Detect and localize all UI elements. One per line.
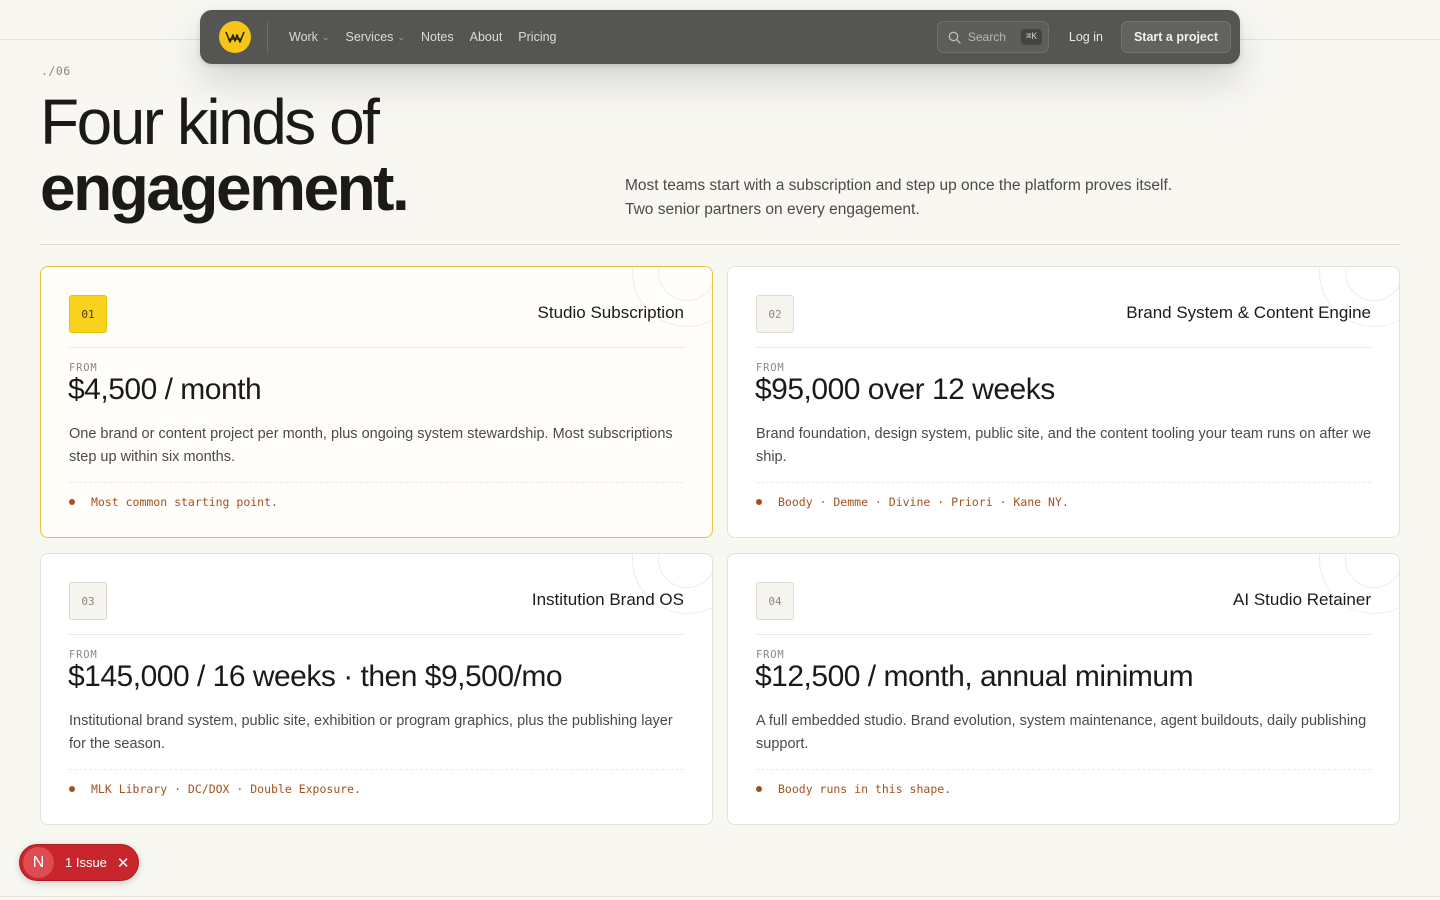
card-note: Boody runs in this shape. [756, 782, 951, 796]
issues-count-label[interactable]: 1 Issue [65, 855, 107, 870]
page-title: Four kinds of engagement. [40, 86, 410, 224]
footer-rule [0, 896, 1440, 897]
card-description: Institutional brand system, public site,… [69, 713, 673, 752]
nav-links: Work ⌄ Services ⌄ Notes About Pricing [281, 22, 565, 52]
card-title: AI Studio Retainer [1233, 590, 1371, 609]
nav-item-label: Pricing [518, 30, 557, 44]
card-note-text: Most common starting point. [91, 495, 278, 509]
card-number-badge: 02 [756, 295, 794, 333]
card-dotted-divider [69, 482, 684, 483]
logo-icon[interactable] [219, 21, 251, 53]
close-icon[interactable]: ✕ [117, 854, 130, 872]
section-index: ./06 [41, 64, 71, 78]
card-divider [756, 347, 1371, 348]
card-dotted-divider [756, 769, 1371, 770]
nav-divider [267, 22, 268, 52]
card-divider [69, 347, 684, 348]
card-note-text: MLK Library · DC/DOX · Double Exposure. [91, 782, 362, 796]
card-description: Brand foundation, design system, public … [756, 426, 1372, 465]
engagement-card-brand-system[interactable]: 02 Brand System & Content Engine FROM $9… [727, 266, 1400, 538]
card-number-badge: 03 [69, 582, 107, 620]
search-box[interactable]: ⌘K [936, 21, 1049, 53]
card-dotted-divider [69, 769, 684, 770]
nav-item-label: About [469, 30, 503, 44]
section-divider [40, 244, 1400, 245]
card-divider [756, 634, 1371, 635]
card-note: MLK Library · DC/DOX · Double Exposure. [69, 782, 361, 796]
nav-item-pricing[interactable]: Pricing [510, 22, 564, 52]
bullet-icon [69, 499, 75, 505]
start-project-button[interactable]: Start a project [1120, 21, 1231, 53]
nav-item-work[interactable]: Work ⌄ [281, 22, 337, 52]
card-number-badge: 01 [69, 295, 107, 333]
card-dotted-divider [756, 482, 1371, 483]
chevron-down-icon: ⌄ [321, 31, 330, 42]
card-note-text: Boody runs in this shape. [778, 782, 952, 796]
card-title: Studio Subscription [537, 303, 684, 322]
bullet-icon [756, 786, 762, 792]
engagement-card-ai-studio-retainer[interactable]: 04 AI Studio Retainer FROM $12,500 / mon… [727, 553, 1400, 825]
bullet-icon [69, 786, 75, 792]
bullet-icon [756, 499, 762, 505]
chevron-down-icon: ⌄ [397, 31, 405, 42]
nav-item-notes[interactable]: Notes [413, 22, 462, 52]
card-price: $4,500 / month [68, 373, 262, 406]
nav-item-about[interactable]: About [462, 22, 511, 52]
framework-logo-icon: N [23, 847, 54, 878]
card-description: One brand or content project per month, … [69, 426, 673, 465]
search-icon [948, 31, 961, 44]
card-price: $145,000 / 16 weeks · then $9,500/mo [68, 660, 563, 693]
card-title: Institution Brand OS [531, 590, 684, 609]
card-price: $95,000 over 12 weeks [755, 373, 1055, 406]
nav-actions: ⌘K Log in Start a project [936, 21, 1231, 53]
headline-light: Four kinds of [40, 86, 380, 158]
nav-item-label: Services [345, 30, 394, 44]
card-note: Boody · Demme · Divine · Priori · Kane N… [756, 495, 1069, 509]
card-description: A full embedded studio. Brand evolution,… [756, 713, 1367, 752]
card-title: Brand System & Content Engine [1126, 303, 1371, 322]
search-input[interactable] [967, 30, 1012, 44]
card-note-text: Boody · Demme · Divine · Priori · Kane N… [778, 495, 1069, 509]
card-divider [69, 634, 684, 635]
card-note: Most common starting point. [69, 495, 278, 509]
nav-item-services[interactable]: Services ⌄ [337, 22, 412, 52]
engagement-card-studio-subscription[interactable]: 01 Studio Subscription FROM $4,500 / mon… [40, 266, 713, 538]
card-number-badge: 04 [756, 582, 794, 620]
intro-text: Most teams start with a subscription and… [625, 177, 1173, 218]
top-nav: Work ⌄ Services ⌄ Notes About Pricing ⌘K… [200, 10, 1240, 64]
nav-item-label: Notes [420, 30, 454, 44]
engagement-card-institution-brand-os[interactable]: 03 Institution Brand OS FROM $145,000 / … [40, 553, 713, 825]
login-link[interactable]: Log in [1069, 30, 1103, 44]
nav-item-label: Work [289, 30, 318, 44]
issues-badge[interactable]: N 1 Issue ✕ [19, 844, 139, 881]
search-shortcut-badge: ⌘K [1021, 29, 1042, 45]
card-price: $12,500 / month, annual minimum [755, 660, 1194, 693]
headline-bold: engagement. [40, 152, 410, 224]
